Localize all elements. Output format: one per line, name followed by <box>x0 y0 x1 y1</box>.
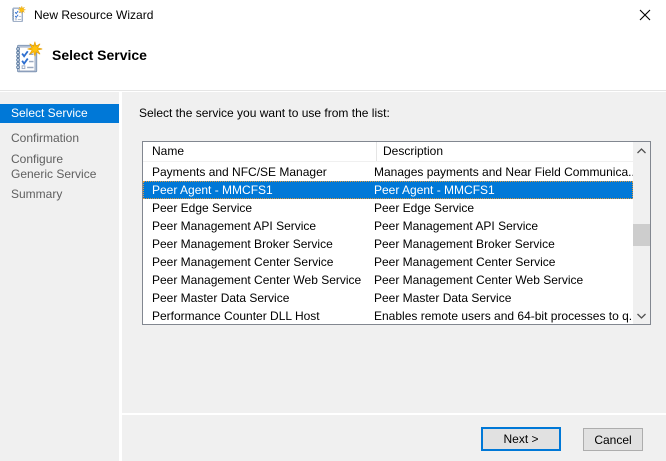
service-description: Peer Management API Service <box>374 217 633 235</box>
list-header: Name Description <box>143 142 633 162</box>
service-description: Peer Management Center Web Service <box>374 271 633 289</box>
service-row[interactable]: Peer Edge Service Peer Edge Service <box>143 199 633 217</box>
window-title: New Resource Wizard <box>34 8 153 22</box>
wizard-app-icon <box>10 6 27 24</box>
chevron-up-icon <box>637 148 646 154</box>
close-button[interactable] <box>630 0 660 30</box>
chevron-down-icon <box>637 313 646 319</box>
new-resource-wizard-dialog: New Resource Wizard Select Service Selec… <box>0 0 666 461</box>
service-name: Peer Agent - MMCFS1 <box>143 181 374 199</box>
service-name: Payments and NFC/SE Manager <box>143 163 374 181</box>
service-description: Peer Master Data Service <box>374 289 633 307</box>
service-description: Enables remote users and 64-bit processe… <box>374 307 633 325</box>
title-bar: New Resource Wizard <box>0 0 666 30</box>
service-name: Peer Management Center Service <box>143 253 374 271</box>
page-title: Select Service <box>52 47 147 63</box>
service-description: Peer Edge Service <box>374 199 633 217</box>
service-name: Peer Edge Service <box>143 199 374 217</box>
wizard-page-icon <box>13 41 44 77</box>
next-button[interactable]: Next > <box>481 427 561 451</box>
service-name: Peer Management Center Web Service <box>143 271 374 289</box>
service-description: Peer Management Center Service <box>374 253 633 271</box>
service-name: Peer Management API Service <box>143 217 374 235</box>
list-rows: Payments and NFC/SE Manager Manages paym… <box>143 163 633 325</box>
wizard-header: Select Service <box>0 30 666 91</box>
service-row[interactable]: Peer Management Center Web Service Peer … <box>143 271 633 289</box>
service-row[interactable]: Peer Management Broker Service Peer Mana… <box>143 235 633 253</box>
service-row[interactable]: Peer Management Center Service Peer Mana… <box>143 253 633 271</box>
scroll-down-button[interactable] <box>633 307 650 324</box>
service-description: Manages payments and Near Field Communic… <box>374 163 633 181</box>
close-icon <box>639 9 651 21</box>
cancel-button[interactable]: Cancel <box>583 428 643 451</box>
sidebar-item-confirmation: Confirmation <box>0 131 119 146</box>
scroll-up-button[interactable] <box>633 142 650 159</box>
service-row[interactable]: Performance Counter DLL Host Enables rem… <box>143 307 633 325</box>
sidebar-item-select-service[interactable]: Select Service <box>0 104 119 123</box>
service-name: Peer Management Broker Service <box>143 235 374 253</box>
service-row[interactable]: Peer Agent - MMCFS1 Peer Agent - MMCFS1 <box>143 181 633 199</box>
service-row[interactable]: Payments and NFC/SE Manager Manages paym… <box>143 163 633 181</box>
wizard-steps-sidebar: Select Service Confirmation Configure Ge… <box>0 92 119 461</box>
sidebar-item-configure-generic-service: Configure Generic Service <box>0 152 105 182</box>
column-header-description[interactable]: Description <box>377 142 633 161</box>
service-name: Peer Master Data Service <box>143 289 374 307</box>
instruction-text: Select the service you want to use from … <box>139 106 390 120</box>
service-description: Peer Agent - MMCFS1 <box>374 181 633 199</box>
service-description: Peer Management Broker Service <box>374 235 633 253</box>
service-list[interactable]: Name Description Payments and NFC/SE Man… <box>142 141 651 325</box>
service-row[interactable]: Peer Master Data Service Peer Master Dat… <box>143 289 633 307</box>
button-area-divider <box>122 413 666 415</box>
sidebar-divider <box>119 92 122 461</box>
sidebar-item-summary: Summary <box>0 187 119 202</box>
service-name: Performance Counter DLL Host <box>143 307 374 325</box>
service-row[interactable]: Peer Management API Service Peer Managem… <box>143 217 633 235</box>
scrollbar-thumb[interactable] <box>633 224 650 246</box>
column-header-name[interactable]: Name <box>143 142 377 161</box>
vertical-scrollbar[interactable] <box>633 142 650 324</box>
